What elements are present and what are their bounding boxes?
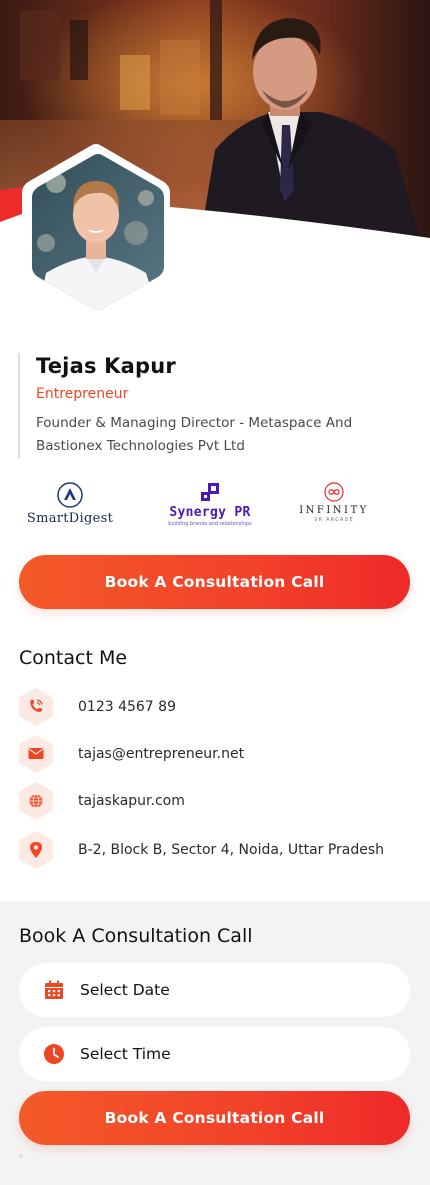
booking-title: Book A Consultation Call <box>19 925 253 947</box>
smartdigest-icon <box>57 482 83 508</box>
select-time-label: Select Time <box>80 1045 171 1063</box>
scroll-indicator <box>19 1154 23 1158</box>
globe-icon <box>19 782 53 820</box>
synergy-icon <box>199 482 221 504</box>
profile-info: Tejas Kapur Entrepreneur Founder & Manag… <box>18 353 414 458</box>
contact-phone[interactable]: 0123 4567 89 <box>18 688 418 726</box>
contact-website[interactable]: tajaskapur.com <box>18 782 418 820</box>
calendar-icon <box>45 980 63 999</box>
synergy-name: Synergy PR <box>169 505 251 520</box>
profile-avatar <box>16 143 180 321</box>
phone-icon <box>19 688 53 726</box>
infinity-tagline: VR ARCADE <box>314 517 354 523</box>
address-value: B-2, Block B, Sector 4, Noida, Uttar Pra… <box>78 842 385 858</box>
select-time-field[interactable]: Select Time <box>19 1027 410 1081</box>
book-consultation-button-bottom[interactable]: Book A Consultation Call <box>19 1091 410 1145</box>
contact-email[interactable]: tajas@entrepreneur.net <box>18 735 418 773</box>
infinity-logo[interactable]: INFINITY VR ARCADE <box>296 482 372 523</box>
select-date-field[interactable]: Select Date <box>19 963 410 1017</box>
location-pin-icon <box>19 831 53 869</box>
company-logos: SmartDigest Synergy PR building brands a… <box>0 478 430 534</box>
smartdigest-name: SmartDigest <box>26 511 114 526</box>
contact-address[interactable]: B-2, Block B, Sector 4, Noida, Uttar Pra… <box>18 831 418 869</box>
clock-icon <box>44 1044 64 1064</box>
website-value: tajaskapur.com <box>78 793 185 809</box>
email-value: tajas@entrepreneur.net <box>78 746 245 762</box>
profile-description: Founder & Managing Director - Metaspace … <box>36 415 353 454</box>
synergy-pr-logo[interactable]: Synergy PR building brands and relations… <box>158 482 262 527</box>
profile-role: Entrepreneur <box>36 386 129 402</box>
mail-icon <box>19 735 53 773</box>
phone-value: 0123 4567 89 <box>78 699 176 715</box>
smartdigest-logo[interactable]: SmartDigest <box>18 482 122 526</box>
book-consultation-button-top[interactable]: Book A Consultation Call <box>19 555 410 609</box>
contact-title: Contact Me <box>19 647 128 669</box>
select-date-label: Select Date <box>80 981 170 999</box>
profile-name: Tejas Kapur <box>36 354 176 378</box>
infinity-icon <box>324 482 344 502</box>
synergy-tagline: building brands and relationships <box>168 521 252 527</box>
infinity-name: INFINITY <box>299 505 369 516</box>
